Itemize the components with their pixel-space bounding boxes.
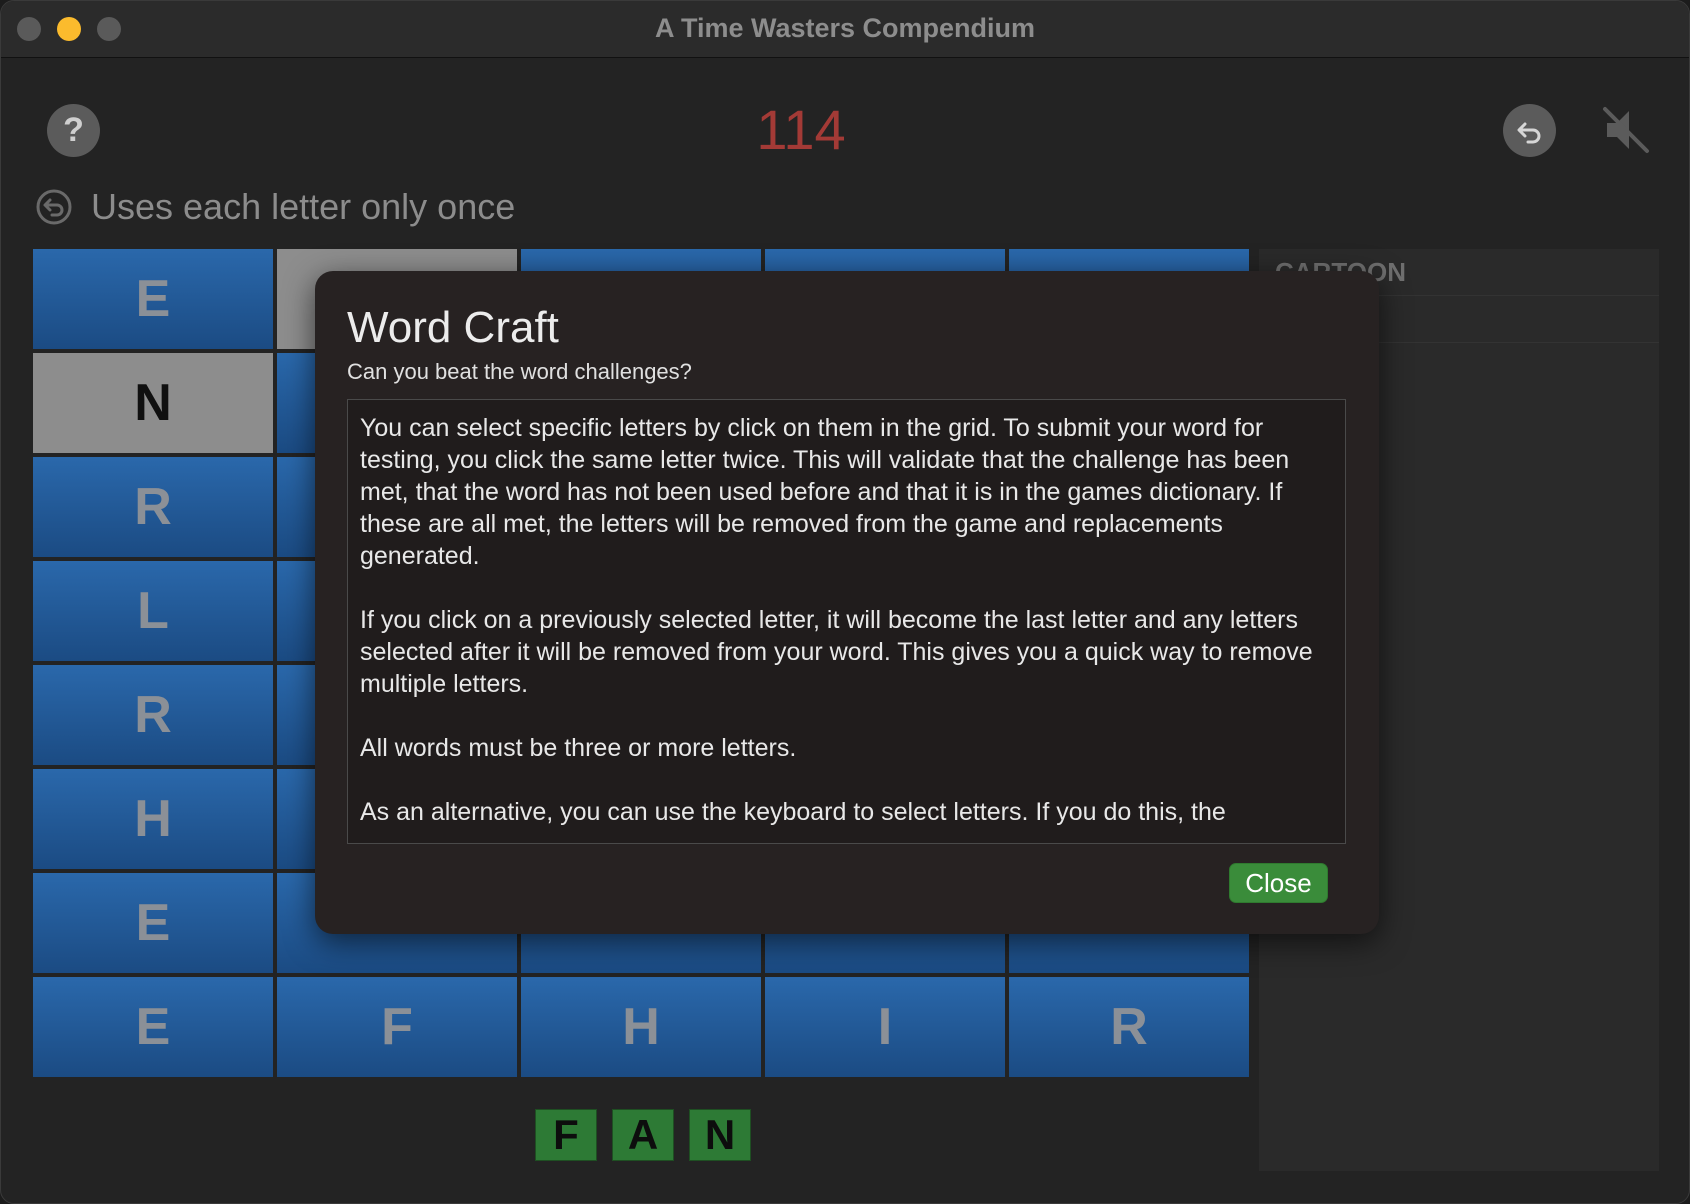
refresh-challenge-icon[interactable] [35,188,73,226]
dialog-scroll-area[interactable]: You can select specific letters by click… [347,399,1346,844]
letter-tile[interactable]: E [33,249,273,349]
help-dialog: Word Craft Can you beat the word challen… [315,271,1379,934]
score-display: 114 [756,98,846,161]
letter-tile[interactable]: E [33,873,273,973]
letter-tile[interactable]: R [33,665,273,765]
letter-tile[interactable]: H [521,977,761,1077]
title-bar: A Time Wasters Compendium [1,1,1689,58]
letter-tile[interactable]: E [33,977,273,1077]
dialog-title: Word Craft [347,303,559,352]
mute-button[interactable] [1599,103,1653,157]
dialog-paragraph: All words must be three or more letters. [360,734,797,762]
undo-icon [1517,122,1540,143]
current-word-letter: F [535,1109,597,1161]
undo-button[interactable] [1503,104,1556,157]
challenge-text: Uses each letter only once [91,186,516,227]
close-button[interactable]: Close [1229,863,1328,903]
letter-tile[interactable]: N [33,353,273,453]
letter-tile[interactable]: I [765,977,1005,1077]
dialog-paragraph: If you click on a previously selected le… [360,606,1313,698]
letter-tile[interactable]: F [277,977,517,1077]
letter-tile[interactable]: R [1009,977,1249,1077]
app-window: A Time Wasters Compendium ? 114 Uses eac… [0,0,1690,1204]
dialog-paragraph: You can select specific letters by click… [360,414,1290,570]
letter-tile[interactable]: L [33,561,273,661]
current-word-letter: N [689,1109,751,1161]
letter-tile[interactable]: R [33,457,273,557]
letter-tile[interactable]: H [33,769,273,869]
help-button[interactable]: ? [47,104,100,157]
dialog-text: You can select specific letters by click… [348,400,1345,828]
speaker-muted-icon [1603,107,1649,153]
current-word: F A N [535,1109,766,1161]
current-word-letter: A [612,1109,674,1161]
dialog-subtitle: Can you beat the word challenges? [347,359,692,384]
window-title: A Time Wasters Compendium [654,13,1036,43]
dialog-paragraph: As an alternative, you can use the keybo… [360,798,1226,826]
